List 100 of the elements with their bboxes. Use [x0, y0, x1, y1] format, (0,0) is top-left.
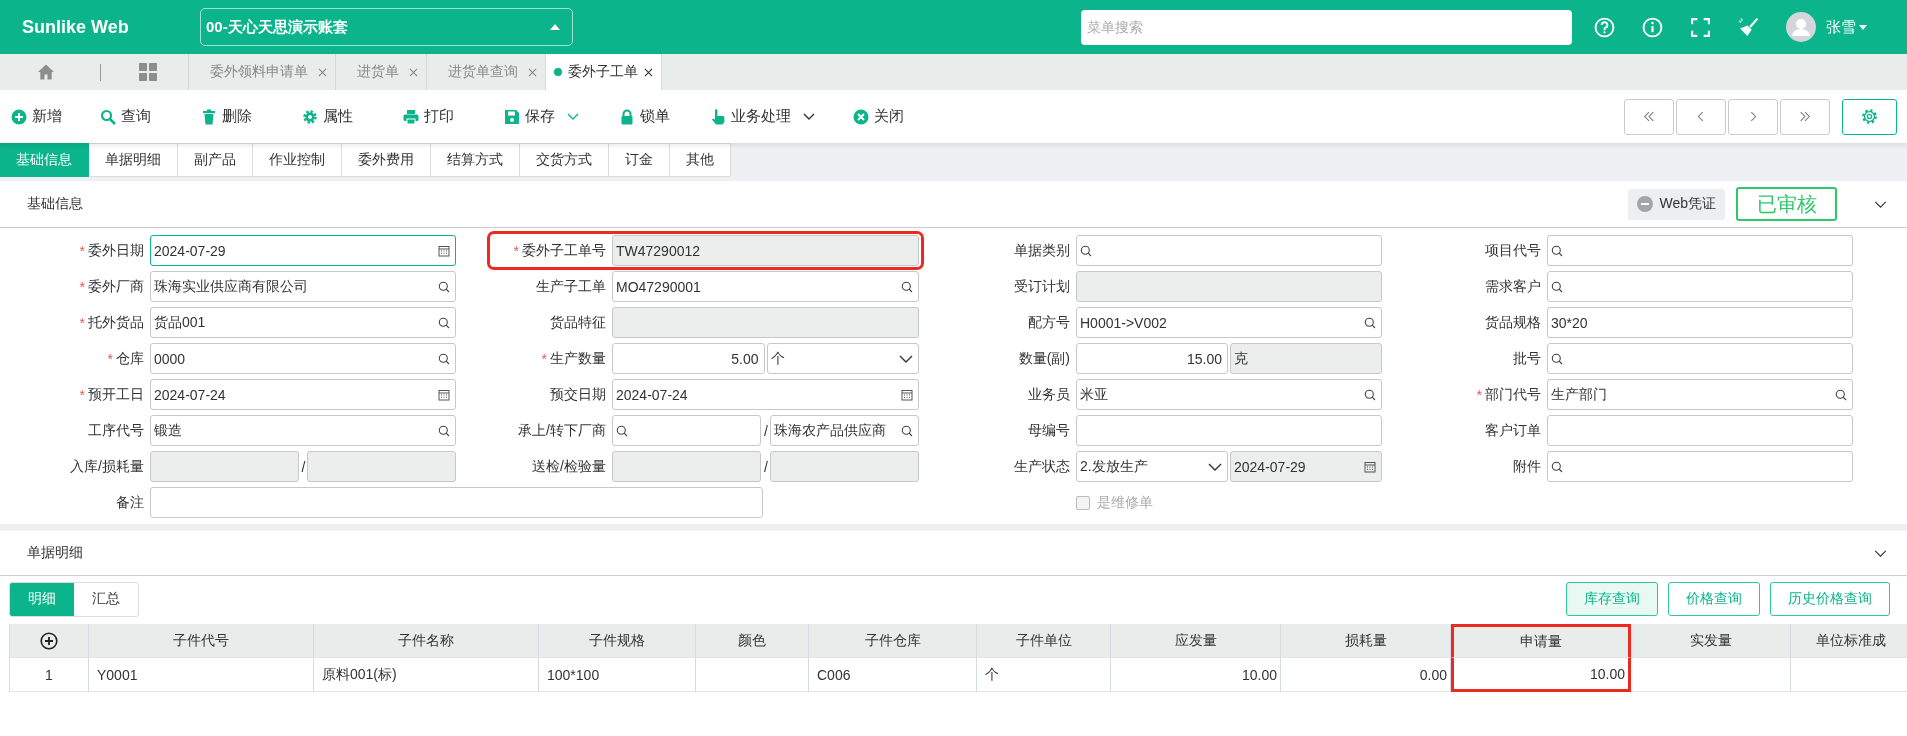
input-field[interactable]: 5.00: [612, 343, 765, 374]
input-field[interactable]: 锻造: [150, 415, 456, 446]
search-icon: [1364, 316, 1376, 329]
search-icon: [616, 424, 628, 437]
input-field[interactable]: [1547, 271, 1853, 302]
toolbar-button[interactable]: 新增: [11, 107, 62, 126]
chevron-down-icon[interactable]: [1874, 200, 1887, 208]
column-header: 单位标准成: [1791, 624, 1907, 658]
section-tab[interactable]: 作业控制: [253, 143, 342, 177]
first-record-button[interactable]: [1624, 98, 1674, 135]
next-record-button[interactable]: [1728, 98, 1778, 135]
document-tab[interactable]: 委外子工单: [546, 54, 662, 90]
input-field[interactable]: [1547, 235, 1853, 266]
add-row-icon[interactable]: [40, 631, 58, 650]
chevron-down-icon[interactable]: [1874, 549, 1887, 557]
menu-search-field[interactable]: 菜单搜索: [1081, 9, 1572, 45]
input-field[interactable]: [1547, 451, 1853, 482]
broom-icon[interactable]: [1738, 16, 1759, 38]
input-field[interactable]: H0001->V002: [1076, 307, 1382, 338]
field-label: 入库/损耗量: [70, 457, 144, 476]
section-title: 单据明细: [27, 544, 83, 562]
caret-down-icon: [1859, 24, 1867, 30]
section-tab[interactable]: 结算方式: [431, 143, 520, 177]
avatar-icon[interactable]: [1786, 12, 1816, 42]
select-field[interactable]: 个: [766, 343, 919, 374]
section-tab[interactable]: 其他: [670, 143, 731, 177]
toolbar-button[interactable]: 查询: [100, 107, 151, 126]
fullscreen-icon[interactable]: [1690, 16, 1711, 38]
web-voucher-button[interactable]: Web凭证: [1628, 188, 1725, 220]
double-chevron-right-icon: [1799, 111, 1811, 122]
input-field[interactable]: [150, 487, 763, 518]
section-tab[interactable]: 订金: [609, 143, 670, 177]
date-field[interactable]: 2024-07-24: [150, 379, 456, 410]
view-tab[interactable]: 汇总: [74, 582, 138, 616]
toolbar-button[interactable]: 删除: [201, 107, 252, 126]
field-label: 送检/检验量: [532, 457, 606, 476]
input-field[interactable]: 30*20: [1547, 307, 1853, 338]
settings-button[interactable]: [1842, 98, 1897, 135]
separator: /: [301, 458, 306, 475]
calendar-icon: [438, 388, 450, 401]
field-label: 项目代号: [1485, 241, 1541, 260]
input-field[interactable]: 0000: [150, 343, 456, 374]
close-icon: [853, 108, 869, 125]
input-field[interactable]: 生产部门: [1547, 379, 1853, 410]
table-cell: 10.00: [1451, 658, 1631, 692]
select-field[interactable]: 2.发放生产: [1076, 451, 1228, 482]
column-header: 子件代号: [89, 624, 314, 658]
app-logo: Sunlike Web: [22, 16, 130, 38]
input-field[interactable]: [612, 415, 762, 446]
field-label: 承上/转下厂商: [518, 421, 606, 440]
input-field[interactable]: [1076, 415, 1382, 446]
search-icon: [100, 108, 116, 125]
column-header: 子件名称: [314, 624, 539, 658]
section-tab[interactable]: 委外费用: [342, 143, 431, 177]
toolbar-button[interactable]: 关闭: [853, 107, 904, 126]
close-icon[interactable]: [644, 67, 653, 77]
table-cell: 0.00: [1281, 658, 1451, 692]
toolbar-button[interactable]: 业务处理: [710, 107, 815, 126]
search-icon: [1364, 388, 1376, 401]
toolbar-button[interactable]: 锁单: [619, 107, 670, 126]
input-field[interactable]: 珠海农产品供应商: [769, 415, 919, 446]
date-field[interactable]: 2024-07-29: [150, 235, 456, 266]
section-tab[interactable]: 副产品: [178, 143, 253, 177]
last-record-button[interactable]: [1780, 98, 1830, 135]
input-field[interactable]: [1076, 235, 1382, 266]
toolbar-button[interactable]: 属性: [302, 107, 353, 126]
table-cell: 原料001(标): [314, 658, 539, 692]
grid-icon[interactable]: [139, 63, 157, 81]
field-label: 预交日期: [550, 385, 606, 404]
section-tab[interactable]: 单据明细: [89, 143, 178, 177]
section-tab[interactable]: 交货方式: [520, 143, 609, 177]
column-header: 损耗量: [1281, 624, 1451, 658]
previous-record-button[interactable]: [1676, 98, 1726, 135]
input-field[interactable]: 货品001: [150, 307, 456, 338]
home-icon[interactable]: [37, 63, 55, 81]
search-icon: [1551, 352, 1563, 365]
help-icon[interactable]: [1594, 16, 1615, 38]
input-field[interactable]: MO47290001: [612, 271, 919, 302]
input-field[interactable]: 15.00: [1076, 343, 1228, 374]
separator: /: [764, 422, 768, 439]
field-label: 受订计划: [1014, 277, 1070, 296]
field-label: 委外日期: [88, 241, 144, 260]
date-field[interactable]: 2024-07-24: [612, 379, 919, 410]
required-mark: *: [107, 350, 113, 367]
table-cell: 个: [977, 658, 1111, 692]
field-label: 货品规格: [1485, 313, 1541, 332]
field-label: 批号: [1513, 349, 1541, 368]
caret-up-icon: [550, 24, 560, 30]
calendar-icon: [901, 388, 913, 401]
toolbar-button[interactable]: 保存: [504, 107, 579, 126]
gear-icon: [302, 108, 318, 125]
input-field[interactable]: 珠海实业供应商有限公司: [150, 271, 456, 302]
checkbox-label: 是维修单: [1097, 493, 1153, 512]
input-field[interactable]: 米亚: [1076, 379, 1382, 410]
input-field[interactable]: [1547, 415, 1853, 446]
search-icon: [1551, 244, 1563, 257]
toolbar-button[interactable]: 打印: [403, 107, 454, 126]
search-icon: [901, 280, 913, 293]
input-field[interactable]: [1547, 343, 1853, 374]
info-icon[interactable]: [1642, 16, 1663, 38]
